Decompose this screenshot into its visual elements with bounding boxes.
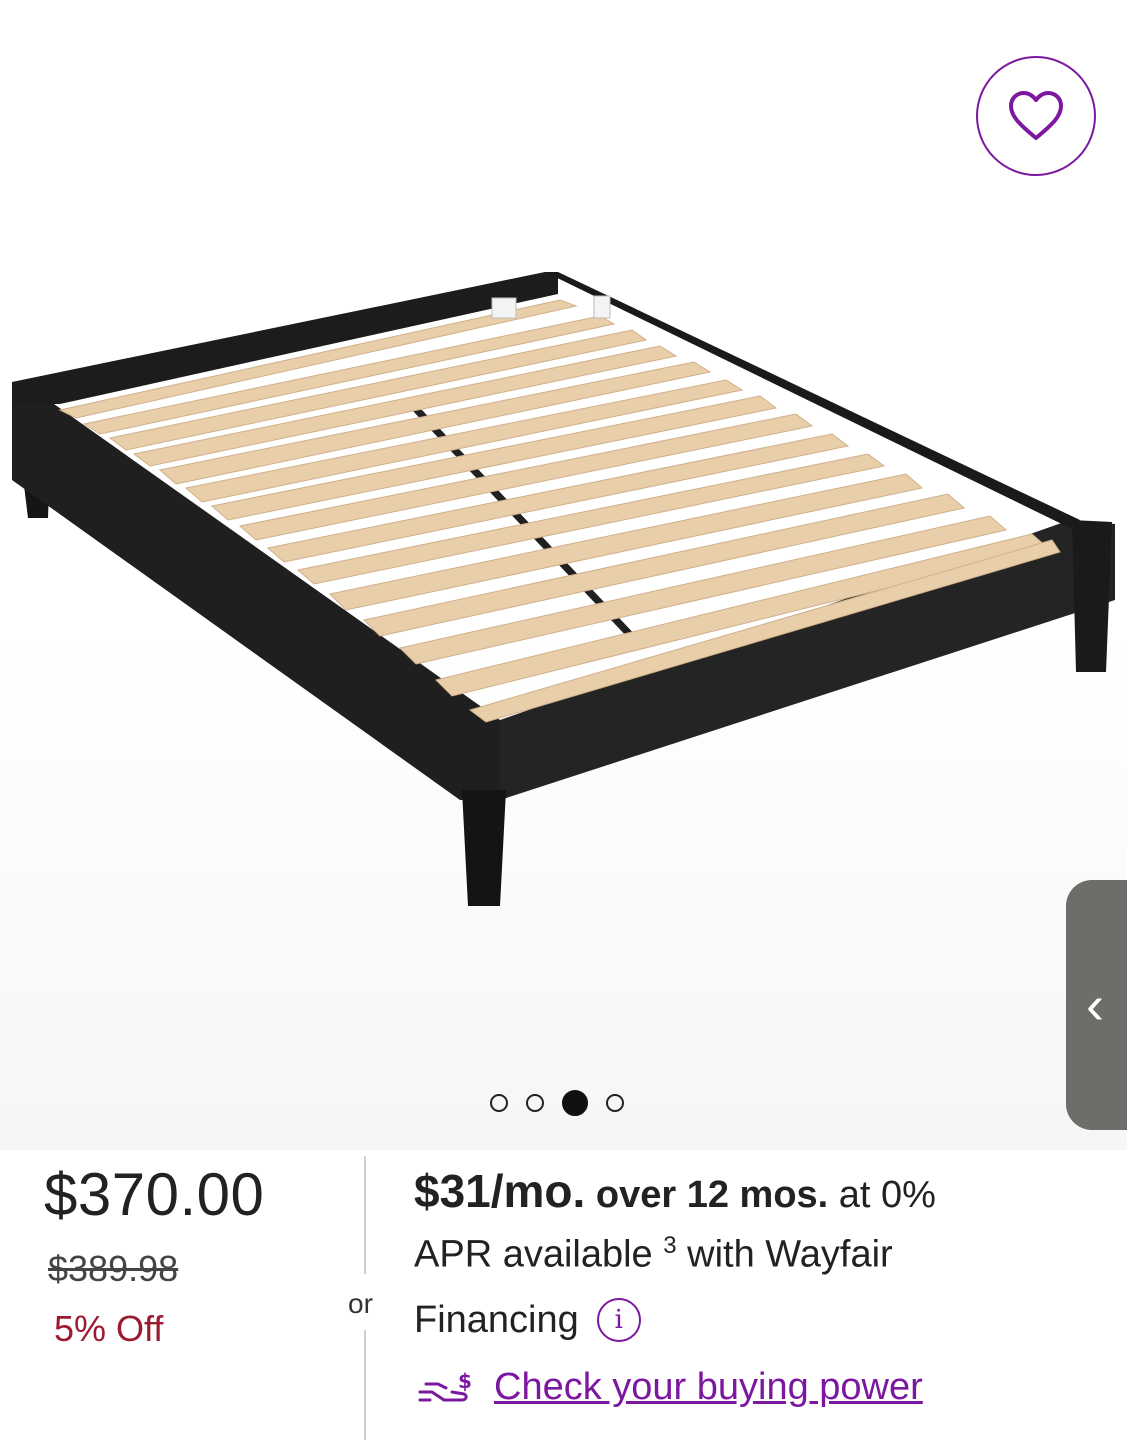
info-icon[interactable]: i [596, 1298, 641, 1342]
product-image-area [0, 0, 1127, 1150]
divider [364, 1156, 366, 1274]
check-buying-power-link[interactable]: Check your buying power [494, 1366, 923, 1409]
discount-label: 5% Off [54, 1308, 164, 1349]
buying-power-row[interactable]: $ Check your buying power [418, 1366, 923, 1409]
current-price: $370.00 [44, 1161, 265, 1228]
original-price: $389.98 [48, 1248, 179, 1289]
financing-term: over 12 mos. [595, 1174, 829, 1216]
footnote-marker[interactable]: 3 [663, 1232, 676, 1259]
carousel-dot-active[interactable] [562, 1090, 588, 1116]
svg-text:$: $ [458, 1370, 472, 1393]
financing-offer: $31/mo. over 12 mos. at 0% [414, 1164, 936, 1218]
chevron-left-icon: ‹ [1086, 975, 1104, 1035]
financing-rate: at 0% [838, 1174, 936, 1216]
image-carousel-indicator [490, 1090, 624, 1116]
financing-apr-text: APR available [414, 1233, 653, 1276]
carousel-dot[interactable] [606, 1094, 624, 1112]
carousel-dot[interactable] [526, 1094, 544, 1112]
product-image[interactable] [0, 260, 1127, 920]
financing-apr: APR available 3 with Wayfair [414, 1232, 893, 1277]
financing-provider-text: with Wayfair [687, 1233, 893, 1276]
carousel-dot[interactable] [490, 1094, 508, 1112]
side-panel-tab[interactable]: ‹ [1066, 880, 1127, 1130]
favorite-button[interactable] [976, 56, 1096, 176]
financing-label-row: Financing i [414, 1298, 641, 1342]
divider [364, 1330, 366, 1440]
hand-dollar-icon: $ [418, 1370, 472, 1401]
financing-monthly: $31/mo. [414, 1165, 586, 1217]
heart-icon [1009, 91, 1063, 140]
financing-label: Financing [414, 1298, 579, 1341]
divider-label: or [348, 1288, 373, 1319]
